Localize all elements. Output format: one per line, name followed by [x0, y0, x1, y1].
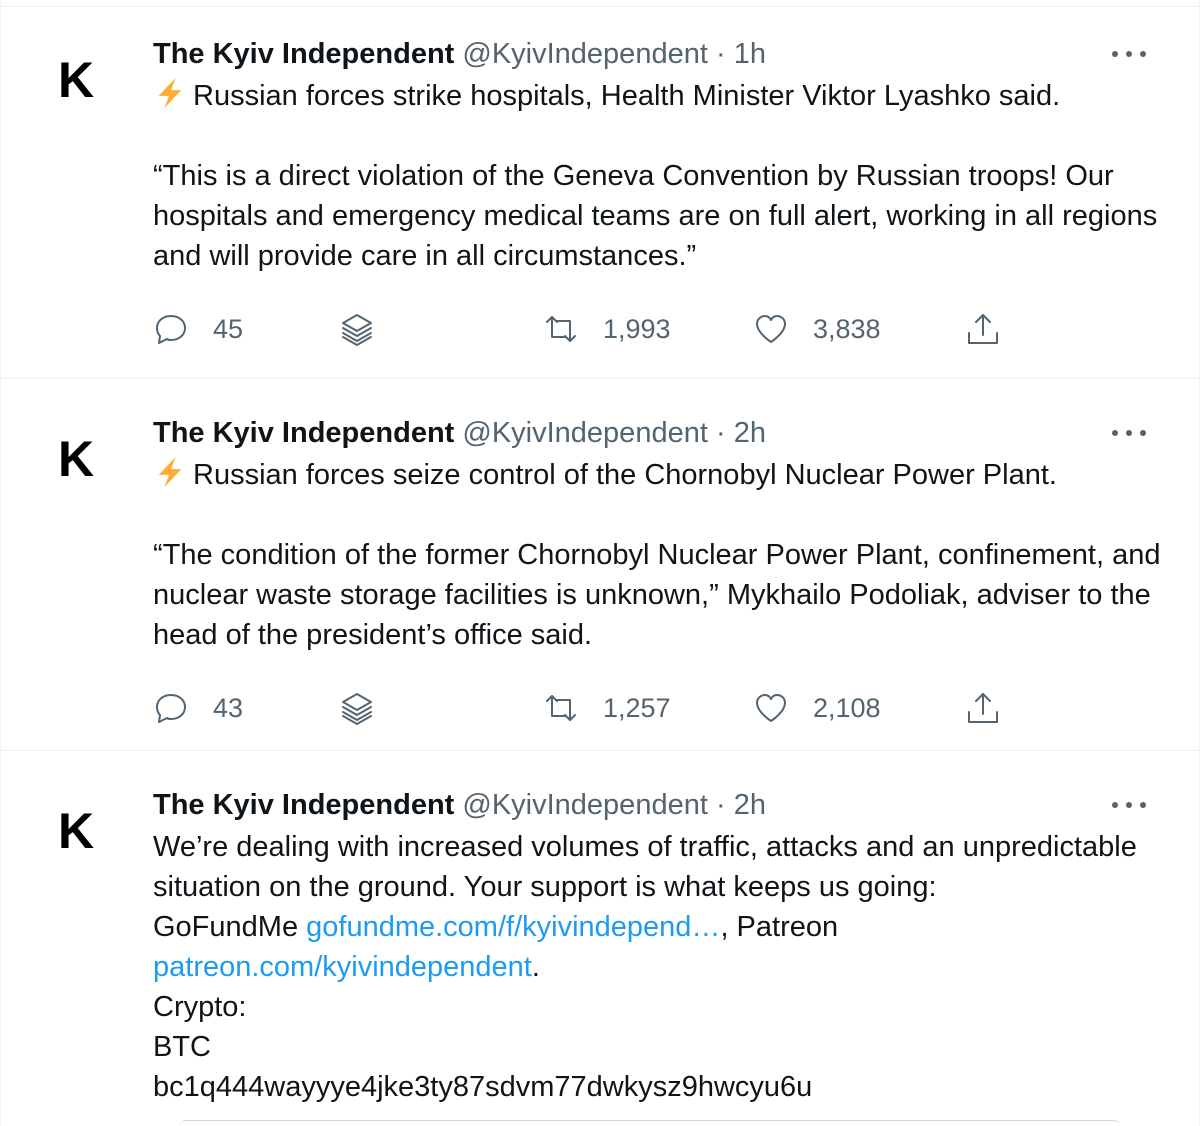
- tweet-paragraph: “The condition of the former Chornobyl N…: [153, 539, 1161, 651]
- more-options-icon[interactable]: [1112, 50, 1146, 58]
- tweet-paragraph: “This is a direct violation of the Genev…: [153, 160, 1158, 272]
- tweet-headline: Russian forces strike hospitals, Health …: [193, 80, 1061, 112]
- tweet-actions: 43 1,257 2,108: [153, 685, 1033, 731]
- separator-dot: ·: [715, 417, 726, 449]
- share-button[interactable]: [965, 306, 1001, 352]
- separator-dot: ·: [715, 789, 726, 821]
- retweet-count: 1,993: [603, 314, 671, 344]
- heart-icon: [756, 694, 786, 722]
- lightning-bolt-icon: [158, 456, 182, 488]
- reply-icon: [156, 315, 186, 344]
- embedded-card-edge: [180, 1120, 1120, 1126]
- reply-icon: [156, 694, 186, 723]
- avatar[interactable]: K: [58, 52, 106, 108]
- btc-label: BTC: [153, 1031, 211, 1063]
- retweet-button[interactable]: 1,257: [543, 685, 671, 731]
- like-count: 3,838: [813, 314, 881, 344]
- btc-address: bc1q444wayyye4jke3ty87sdvm77dwkysz9hwcyu…: [153, 1071, 813, 1103]
- reply-button[interactable]: 43: [153, 685, 243, 731]
- patreon-link[interactable]: patreon.com/kyivindependent: [153, 951, 532, 983]
- layers-icon: [342, 314, 372, 346]
- tweet[interactable]: K The Kyiv Independent @KyivIndependent …: [0, 379, 1200, 751]
- reply-count: 45: [213, 314, 244, 344]
- author-handle[interactable]: @KyivIndependent: [462, 789, 708, 821]
- tweet-header: The Kyiv Independent @KyivIndependent · …: [153, 785, 766, 825]
- retweet-button[interactable]: 1,993: [543, 306, 671, 352]
- share-icon: [968, 693, 998, 723]
- layers-icon: [342, 693, 372, 725]
- period: .: [531, 951, 540, 983]
- author-handle[interactable]: @KyivIndependent: [462, 417, 708, 449]
- avatar[interactable]: K: [58, 803, 106, 859]
- avatar[interactable]: K: [58, 431, 106, 487]
- author-handle[interactable]: @KyivIndependent: [462, 38, 708, 70]
- tweet-paragraph: We’re dealing with increased volumes of …: [153, 831, 1137, 903]
- retweet-count: 1,257: [603, 693, 671, 723]
- reply-count: 43: [213, 693, 244, 723]
- share-button[interactable]: [965, 685, 1001, 731]
- tweet-text: Russian forces seize control of the Chor…: [153, 455, 1173, 655]
- layers-button[interactable]: [339, 306, 375, 352]
- author-name[interactable]: The Kyiv Independent: [153, 38, 454, 70]
- author-name[interactable]: The Kyiv Independent: [153, 417, 454, 449]
- timestamp[interactable]: 2h: [734, 417, 766, 449]
- like-button[interactable]: 3,838: [753, 306, 881, 352]
- tweet[interactable]: K The Kyiv Independent @KyivIndependent …: [0, 751, 1200, 1126]
- tweet-text: Russian forces strike hospitals, Health …: [153, 76, 1173, 276]
- tweet-headline: Russian forces seize control of the Chor…: [193, 459, 1057, 491]
- more-options-icon[interactable]: [1112, 429, 1146, 437]
- tweet-paragraph: Russian forces seize control of the Chor…: [153, 455, 1173, 495]
- heart-icon: [756, 315, 786, 343]
- tweet-header: The Kyiv Independent @KyivIndependent · …: [153, 413, 766, 453]
- timeline: K The Kyiv Independent @KyivIndependent …: [0, 0, 1200, 1126]
- retweet-icon: [546, 316, 576, 342]
- timestamp[interactable]: 1h: [734, 38, 766, 70]
- like-count: 2,108: [813, 693, 881, 723]
- gofundme-link[interactable]: gofundme.com/f/kyivindepend…: [306, 911, 720, 943]
- tweet-paragraph: patreon.com/kyivindependent.: [153, 947, 1173, 987]
- patreon-label: , Patreon: [720, 911, 839, 943]
- gofundme-label: GoFundMe: [153, 911, 307, 943]
- tweet-actions: 45 1,993 3,838: [153, 306, 1033, 352]
- reply-button[interactable]: 45: [153, 306, 243, 352]
- tweet-header: The Kyiv Independent @KyivIndependent · …: [153, 34, 766, 74]
- crypto-label: Crypto:: [153, 991, 247, 1023]
- separator-dot: ·: [715, 38, 726, 70]
- tweet-text: We’re dealing with increased volumes of …: [153, 827, 1173, 1107]
- author-name[interactable]: The Kyiv Independent: [153, 789, 454, 821]
- like-button[interactable]: 2,108: [753, 685, 881, 731]
- tweet-paragraph: GoFundMe gofundme.com/f/kyivindepend…, P…: [153, 907, 1173, 947]
- tweet[interactable]: K The Kyiv Independent @KyivIndependent …: [0, 0, 1200, 379]
- retweet-icon: [546, 695, 576, 721]
- tweet-paragraph: Russian forces strike hospitals, Health …: [153, 76, 1173, 116]
- lightning-bolt-icon: [158, 77, 182, 109]
- layers-button[interactable]: [339, 685, 375, 731]
- timestamp[interactable]: 2h: [734, 789, 766, 821]
- share-icon: [968, 314, 998, 344]
- more-options-icon[interactable]: [1112, 801, 1146, 809]
